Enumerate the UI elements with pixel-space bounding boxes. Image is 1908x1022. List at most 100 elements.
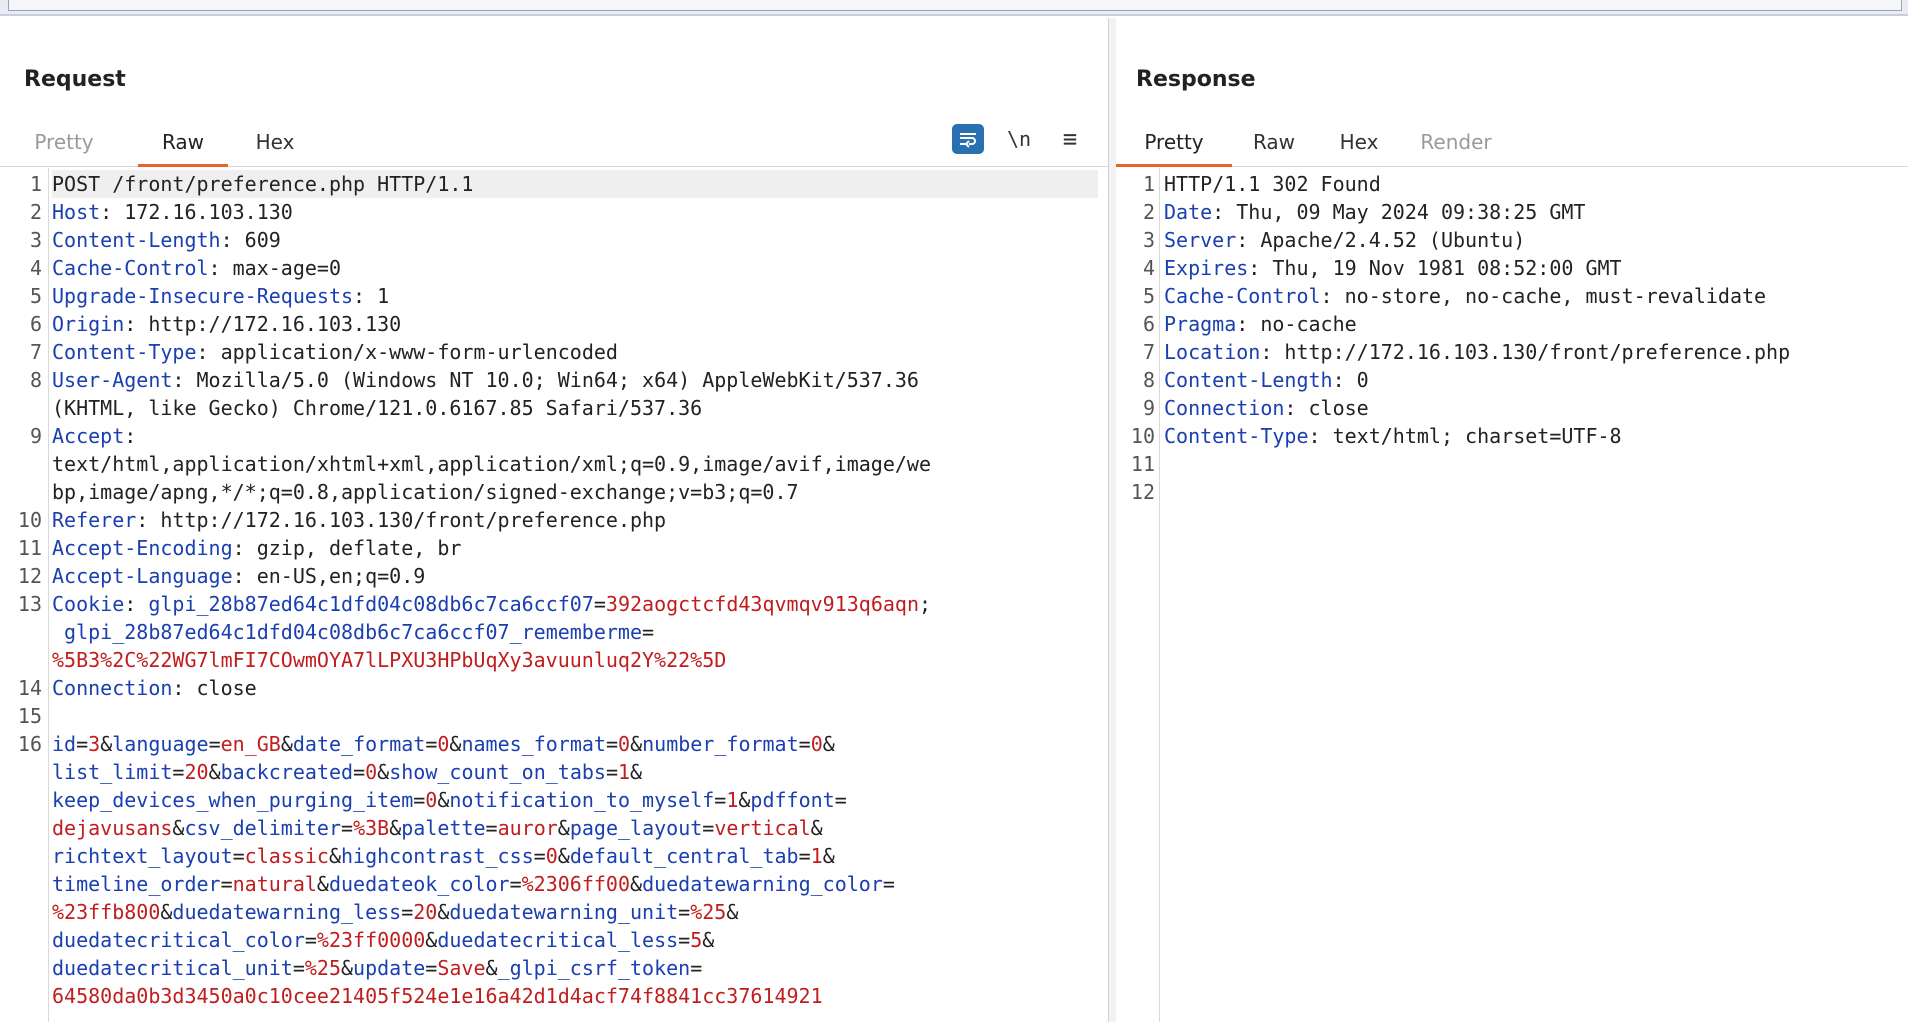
token-text: & [100,732,113,756]
request-code-row[interactable]: %23ffb800&duedatewarning_less=20&duedate… [52,898,1098,926]
request-code-row[interactable]: Content-Type: application/x-www-form-url… [52,338,1098,366]
request-code-row[interactable]: text/html,application/xhtml+xml,applicat… [52,450,1098,478]
token-value: 0 [618,732,631,756]
token-value: dejavusans [52,816,173,840]
response-code-row[interactable]: Cache-Control: no-store, no-cache, must-… [1164,282,1904,310]
token-text: & [630,760,643,784]
line-number: 8 [1142,368,1155,392]
token-text: & [437,900,450,924]
request-code-row[interactable]: id=3&language=en_GB&date_format=0&names_… [52,730,1098,758]
token-key: duedatewarning_less [172,900,402,924]
token-text: & [449,732,462,756]
token-text: & [726,900,739,924]
request-code-row[interactable]: bp,image/apng,*/*;q=0.8,application/sign… [52,478,1098,506]
token-text: = [304,928,317,952]
request-code-row[interactable]: Accept-Language: en-US,en;q=0.9 [52,562,1098,590]
token-key: duedateok_color [328,872,510,896]
window-top-strip [0,0,1908,16]
request-code-row[interactable]: Host: 172.16.103.130 [52,198,1098,226]
response-code-row[interactable]: Date: Thu, 09 May 2024 09:38:25 GMT [1164,198,1904,226]
request-code-row[interactable]: richtext_layout=classic&highcontrast_css… [52,842,1098,870]
request-code[interactable]: POST /front/preference.php HTTP/1.1 Host:… [52,170,1098,1010]
response-editor[interactable]: 1 2 3 4 5 6 7 8 9 10 11 12 HTTP/1.1 302 Found Date: … [1116,168,1908,1022]
request-code-row[interactable]: dejavusans&csv_delimiter=%3B&palette=aur… [52,814,1098,842]
menu-icon[interactable]: ≡ [1054,124,1086,154]
request-code-row[interactable]: (KHTML, like Gecko) Chrome/121.0.6167.85… [52,394,1098,422]
request-code-row[interactable]: Upgrade-Insecure-Requests: 1 [52,282,1098,310]
word-wrap-toggle[interactable] [952,124,984,154]
request-code-row[interactable]: list_limit=20&backcreated=0&show_count_o… [52,758,1098,786]
response-code-row[interactable] [1164,450,1904,478]
token-text: & [630,872,643,896]
token-text: & [377,760,390,784]
request-code-row[interactable]: Origin: http://172.16.103.130 [52,310,1098,338]
request-code-row[interactable]: timeline_order=natural&duedateok_color=%… [52,870,1098,898]
request-code-row[interactable]: Accept-Encoding: gzip, deflate, br [52,534,1098,562]
response-code-row[interactable]: Pragma: no-cache [1164,310,1904,338]
request-code-row[interactable]: Connection: close [52,674,1098,702]
line-number: 1 [1142,172,1155,196]
token-value: 392aogctcfd43qvmqv913q6aqn [605,592,919,616]
request-code-row[interactable]: Content-Length: 609 [52,226,1098,254]
response-code-row[interactable]: Content-Length: 0 [1164,366,1904,394]
token-text: : application/x-www-form-urlencoded [196,340,618,364]
response-code-row[interactable]: Connection: close [1164,394,1904,422]
request-code-row[interactable] [52,702,1098,730]
response-code[interactable]: HTTP/1.1 302 Found Date: Thu, 09 May 2024… [1164,170,1904,506]
token-text: & [208,760,221,784]
token-value: Save [437,956,486,980]
token-text: & [702,928,715,952]
response-tab-pretty[interactable]: Pretty [1116,130,1232,167]
line-number: 1 [29,172,42,196]
line-number: 8 [29,368,42,392]
request-code-row[interactable]: Cookie: glpi_28b87ed64c1dfd04c08db6c7ca6… [52,590,1098,618]
request-code-row[interactable]: glpi_28b87ed64c1dfd04c08db6c7ca6ccf07_re… [52,618,1098,646]
request-code-row[interactable]: POST /front/preference.php HTTP/1.1 [52,170,1098,198]
response-tab-hex[interactable]: Hex [1332,130,1386,164]
response-tab-render[interactable]: Render [1416,130,1496,164]
response-code-row[interactable]: Expires: Thu, 19 Nov 1981 08:52:00 GMT [1164,254,1904,282]
request-code-row[interactable]: Cache-Control: max-age=0 [52,254,1098,282]
token-key: Content-Length [1164,368,1333,392]
request-tab-pretty[interactable]: Pretty [28,130,100,164]
request-tab-hex[interactable]: Hex [248,130,302,164]
token-key: notification_to_myself [449,788,715,812]
token-key: csv_delimiter [184,816,342,840]
line-number: 16 [17,732,42,756]
response-tab-raw[interactable]: Raw [1246,130,1302,164]
token-value: 0 [425,788,438,812]
token-text: : en-US,en;q=0.9 [232,564,426,588]
show-newlines-toggle[interactable]: \n [1003,124,1035,154]
token-key: Content-Type [52,340,197,364]
request-editor[interactable]: 1 2 3 4 5 6 7 8 9 10 11 12 13 14 15 16 POST /front/pref… [0,168,1108,1022]
request-line-gutter: 1 2 3 4 5 6 7 8 9 10 11 12 13 14 15 16 [0,168,49,1022]
request-tab-raw[interactable]: Raw [138,130,228,167]
token-text: : Apache/2.4.52 (Ubuntu) [1236,228,1526,252]
token-text: & [172,816,185,840]
response-code-row[interactable]: Server: Apache/2.4.52 (Ubuntu) [1164,226,1904,254]
response-code-row[interactable] [1164,478,1904,506]
token-text: : 1 [353,284,390,308]
token-text: = [533,844,546,868]
request-code-row[interactable]: %5B3%2C%22WG7lmFI7COwmOYA7lLPXU3HPbUqXy3… [52,646,1098,674]
top-frame [8,0,1902,11]
request-code-row[interactable]: Accept: [52,422,1098,450]
request-code-row[interactable]: 64580da0b3d3450a0c10cee21405f524e1e16a42… [52,982,1098,1010]
request-code-row[interactable]: duedatecritical_color=%23ff0000&duedatec… [52,926,1098,954]
request-code-row[interactable]: Referer: http://172.16.103.130/front/pre… [52,506,1098,534]
token-text: : text/html; charset=UTF-8 [1308,424,1622,448]
token-key: language [112,732,209,756]
response-code-row[interactable]: Content-Type: text/html; charset=UTF-8 [1164,422,1904,450]
request-code-row[interactable]: duedatecritical_unit=%25&update=Save&_gl… [52,954,1098,982]
token-text: = [172,760,185,784]
token-text: & [437,788,450,812]
request-code-row[interactable]: keep_devices_when_purging_item=0&notific… [52,786,1098,814]
token-key: duedatecritical_color [52,928,305,952]
response-code-row[interactable]: Location: http://172.16.103.130/front/pr… [1164,338,1904,366]
line-number: 13 [17,592,42,616]
token-value: 0 [437,732,450,756]
token-text: ; [919,592,932,616]
request-code-row[interactable]: User-Agent: Mozilla/5.0 (Windows NT 10.0… [52,366,1098,394]
response-code-row[interactable]: HTTP/1.1 302 Found [1164,170,1904,198]
token-key: names_format [461,732,606,756]
